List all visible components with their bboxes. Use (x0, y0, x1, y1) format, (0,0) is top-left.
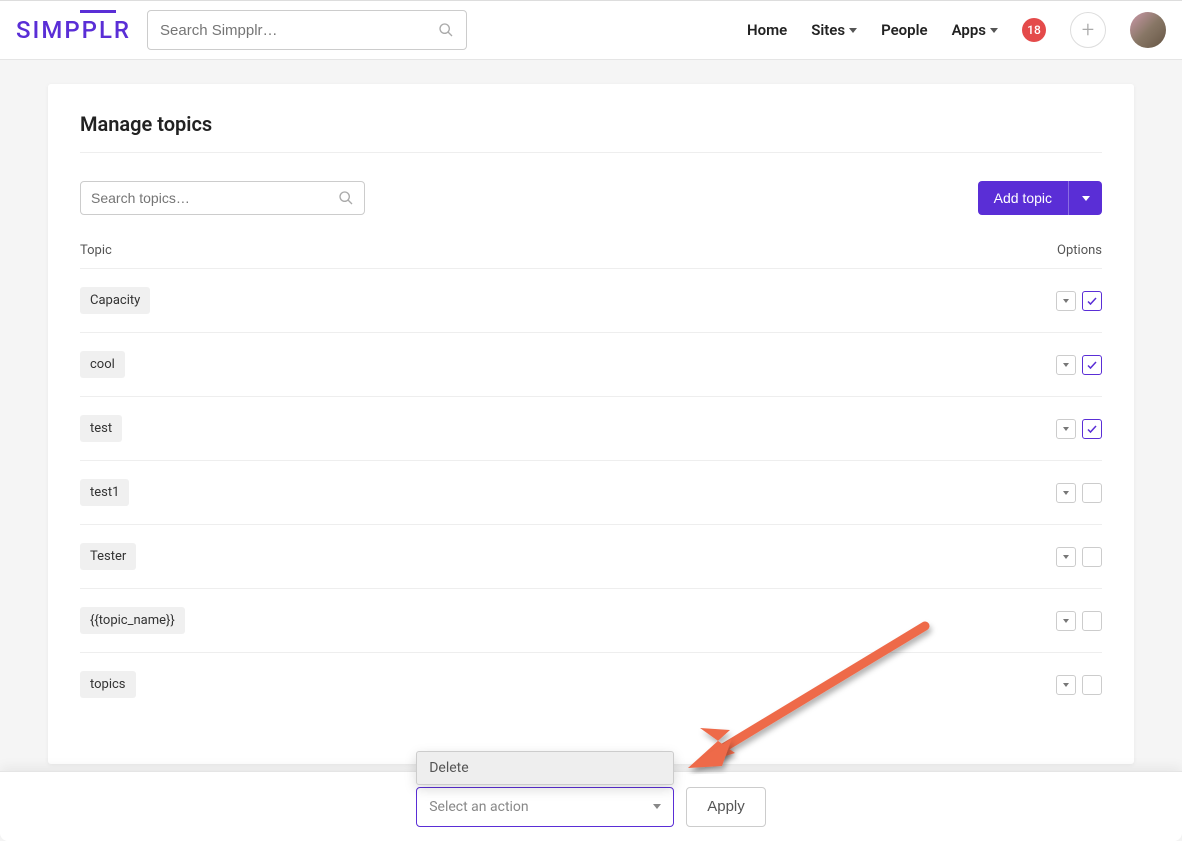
bulk-action-bar: Delete Select an action Apply (0, 771, 1182, 841)
add-topic-button[interactable]: Add topic (978, 181, 1068, 215)
row-menu-button[interactable] (1056, 547, 1076, 567)
row-checkbox[interactable] (1082, 611, 1102, 631)
topic-chip[interactable]: test (80, 415, 122, 442)
row-menu-button[interactable] (1056, 419, 1076, 439)
row-menu-button[interactable] (1056, 483, 1076, 503)
logo-accent (80, 10, 116, 13)
chevron-down-icon (1082, 196, 1090, 201)
col-options-header: Options (1032, 243, 1102, 258)
row-menu-button[interactable] (1056, 611, 1076, 631)
row-menu-button[interactable] (1056, 291, 1076, 311)
nav-home[interactable]: Home (747, 21, 787, 39)
primary-nav: Home Sites People Apps 18 + (747, 12, 1166, 48)
check-icon (1086, 423, 1098, 435)
action-option-delete[interactable]: Delete (417, 752, 673, 784)
brand-text: SIMPPLR (16, 16, 131, 44)
check-icon (1086, 359, 1098, 371)
table-row: topics (80, 652, 1102, 716)
nav-people[interactable]: People (881, 21, 928, 39)
page-title: Manage topics (80, 112, 1102, 153)
topic-chip[interactable]: Capacity (80, 287, 150, 314)
table-row: test (80, 396, 1102, 460)
check-icon (1086, 295, 1098, 307)
nav-people-label: People (881, 21, 928, 39)
table-row: Capacity (80, 268, 1102, 332)
row-options (1056, 419, 1102, 439)
caret-down-icon (1063, 363, 1069, 367)
action-dropdown-panel: Delete (416, 751, 674, 785)
chevron-down-icon (990, 28, 998, 33)
action-select-placeholder: Select an action (429, 799, 528, 815)
table-row: Tester (80, 524, 1102, 588)
topic-chip[interactable]: topics (80, 671, 136, 698)
avatar[interactable] (1130, 12, 1166, 48)
add-topic-group: Add topic (978, 181, 1102, 215)
row-options (1056, 547, 1102, 567)
row-options (1056, 675, 1102, 695)
topic-search[interactable] (80, 181, 365, 215)
nav-home-label: Home (747, 21, 787, 39)
table-header: Topic Options (80, 243, 1102, 268)
table-row: test1 (80, 460, 1102, 524)
row-checkbox[interactable] (1082, 675, 1102, 695)
toolbar: Add topic (80, 181, 1102, 215)
top-bar: SIMPPLR Home Sites People Apps 18 + (0, 0, 1182, 60)
caret-down-icon (1063, 555, 1069, 559)
col-topic-header: Topic (80, 243, 1032, 258)
nav-sites[interactable]: Sites (811, 21, 857, 39)
nav-apps[interactable]: Apps (952, 21, 998, 39)
caret-down-icon (1063, 619, 1069, 623)
global-search[interactable] (147, 10, 467, 50)
caret-down-icon (1063, 299, 1069, 303)
topic-chip[interactable]: {{topic_name}} (80, 607, 185, 634)
row-options (1056, 291, 1102, 311)
row-checkbox[interactable] (1082, 419, 1102, 439)
apply-button[interactable]: Apply (686, 787, 766, 827)
caret-down-icon (1063, 683, 1069, 687)
add-topic-dropdown[interactable] (1068, 181, 1102, 215)
topic-chip[interactable]: Tester (80, 543, 136, 570)
topic-search-input[interactable] (91, 190, 338, 206)
nav-sites-label: Sites (811, 21, 845, 39)
chevron-down-icon (653, 804, 661, 809)
row-options (1056, 483, 1102, 503)
global-search-input[interactable] (160, 22, 438, 39)
search-icon (338, 190, 354, 206)
table-row: cool (80, 332, 1102, 396)
row-checkbox[interactable] (1082, 483, 1102, 503)
search-icon (438, 22, 454, 38)
caret-down-icon (1063, 427, 1069, 431)
action-select[interactable]: Select an action (416, 787, 674, 827)
action-select-wrap: Delete Select an action (416, 787, 674, 827)
table-row: {{topic_name}} (80, 588, 1102, 652)
topic-chip[interactable]: cool (80, 351, 125, 378)
row-options (1056, 611, 1102, 631)
row-menu-button[interactable] (1056, 355, 1076, 375)
topic-rows: Capacity cool test test1 Tester {{topic_name}… (80, 268, 1102, 716)
row-checkbox[interactable] (1082, 355, 1102, 375)
row-menu-button[interactable] (1056, 675, 1076, 695)
row-options (1056, 355, 1102, 375)
topic-chip[interactable]: test1 (80, 479, 129, 506)
brand-logo[interactable]: SIMPPLR (16, 16, 131, 44)
add-button[interactable]: + (1070, 12, 1106, 48)
chevron-down-icon (849, 28, 857, 33)
row-checkbox[interactable] (1082, 291, 1102, 311)
notification-badge[interactable]: 18 (1022, 18, 1046, 42)
nav-apps-label: Apps (952, 21, 986, 39)
manage-topics-card: Manage topics Add topic Topic Options Ca… (48, 84, 1134, 764)
row-checkbox[interactable] (1082, 547, 1102, 567)
caret-down-icon (1063, 491, 1069, 495)
